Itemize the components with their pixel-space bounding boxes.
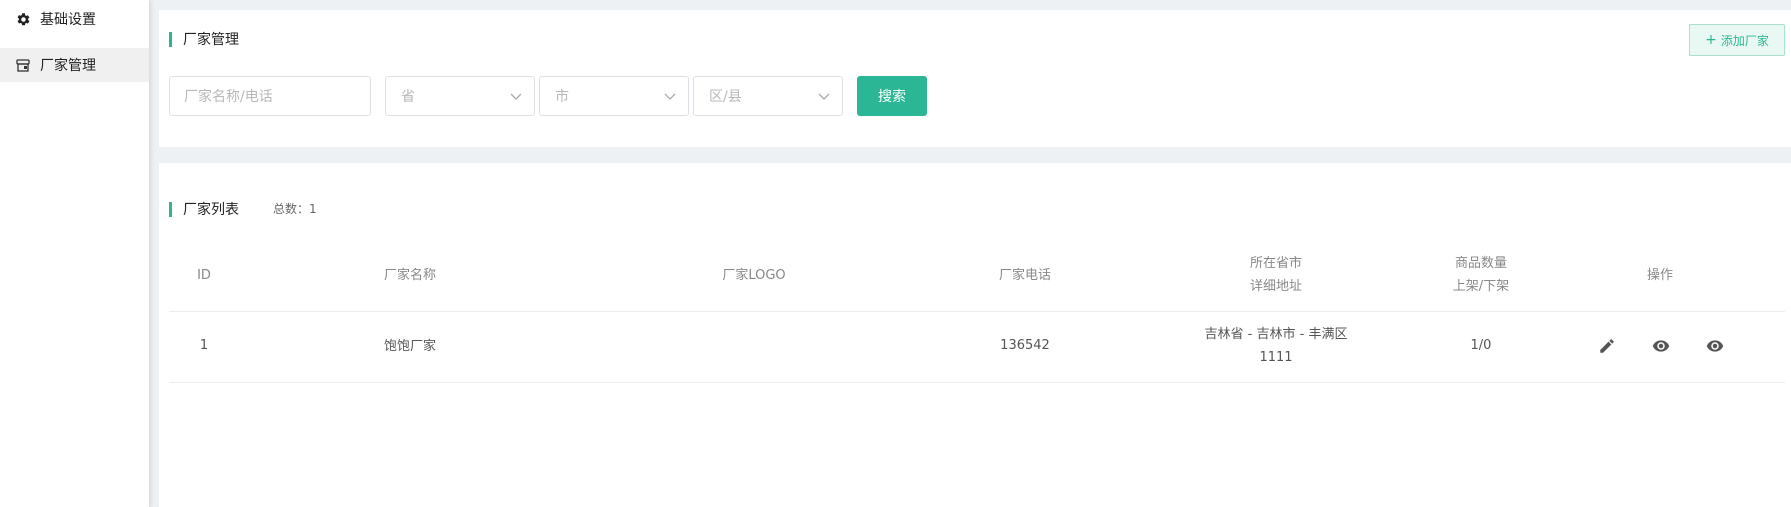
chevron-down-icon	[818, 93, 830, 100]
chevron-down-icon	[510, 93, 522, 100]
total-count: 总数：1	[273, 202, 317, 216]
column-header-name: 厂家名称	[383, 268, 436, 283]
column-header-address: 详细地址	[1249, 279, 1302, 294]
view-icon[interactable]	[1651, 336, 1671, 356]
cell-goods-count: 1/0	[1470, 338, 1492, 353]
cell-region: 吉林省 - 吉林市 - 丰满区	[1204, 327, 1348, 342]
search-panel-title: 厂家管理	[169, 29, 239, 49]
sidebar-item-label: 基础设置	[40, 12, 96, 28]
sidebar-item-manufacturer-management[interactable]: 厂家管理	[0, 48, 149, 82]
cell-name: 饱饱厂家	[383, 339, 436, 354]
column-header-actions: 操作	[1646, 268, 1673, 283]
column-header-id: ID	[197, 268, 211, 283]
sidebar: 基础设置 厂家管理	[0, 0, 149, 507]
title-accent-bar	[169, 31, 172, 47]
gear-icon	[15, 11, 31, 27]
district-select[interactable]: 区/县	[693, 76, 843, 116]
table-header-divider	[169, 311, 1785, 312]
cell-address: 1111	[1259, 350, 1293, 365]
search-button[interactable]: 搜索	[857, 76, 927, 116]
store-icon	[15, 57, 31, 73]
column-header-phone: 厂家电话	[998, 268, 1051, 283]
view-icon[interactable]	[1705, 336, 1725, 356]
edit-icon[interactable]	[1597, 336, 1617, 356]
column-header-goods-status: 上架/下架	[1452, 279, 1510, 294]
province-select[interactable]: 省	[385, 76, 535, 116]
column-header-logo: 厂家LOGO	[722, 268, 786, 283]
cell-phone: 136542	[1000, 338, 1050, 353]
table-row-divider	[169, 382, 1785, 383]
sidebar-item-basic-settings[interactable]: 基础设置	[0, 2, 149, 36]
list-panel-title: 厂家列表	[169, 199, 239, 219]
sidebar-item-label: 厂家管理	[40, 58, 96, 74]
cell-id: 1	[199, 338, 209, 353]
manufacturer-search-input[interactable]: 厂家名称/电话	[169, 76, 371, 116]
add-manufacturer-button[interactable]: + 添加厂家	[1689, 24, 1785, 56]
city-select[interactable]: 市	[539, 76, 689, 116]
column-header-goods: 商品数量	[1454, 256, 1507, 271]
column-header-region: 所在省市	[1249, 256, 1302, 271]
chevron-down-icon	[664, 93, 676, 100]
plus-icon: +	[1705, 32, 1717, 48]
title-accent-bar	[169, 201, 172, 217]
